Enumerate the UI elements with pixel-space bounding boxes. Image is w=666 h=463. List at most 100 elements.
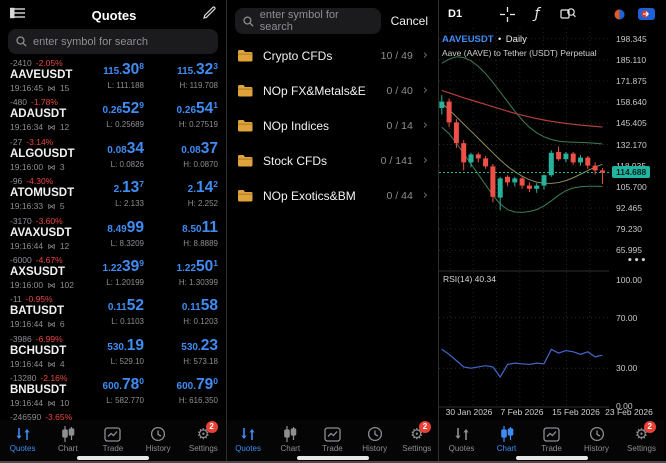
price-tick: 65.995 <box>616 245 642 256</box>
notification-badge: 2 <box>643 421 656 433</box>
quote-row[interactable]: -480 -1.78% ADAUSDT 19:16:34 ⋈ 12 0.26529 L: … <box>0 95 226 134</box>
tab-history[interactable]: History <box>136 425 181 453</box>
tab-settings[interactable]: ⚙ Settings 2 <box>396 421 438 453</box>
search-placeholder: enter symbol for search <box>33 35 148 48</box>
tab-settings[interactable]: ⚙ Settings 2 <box>619 421 664 453</box>
symbol-folder-row[interactable]: NOp FX&Metals&E 0 / 40 › <box>227 73 438 108</box>
price-tick: 145.405 <box>616 118 647 129</box>
folder-icon <box>238 155 253 167</box>
bid-price: 8.4999 <box>107 218 144 236</box>
tab-label: Settings <box>627 444 656 453</box>
low-value: L: 0.0826 <box>110 159 144 169</box>
bid-price: 0.0834 <box>107 139 144 157</box>
high-value: H: 0.1203 <box>183 317 218 327</box>
low-value: L: 1.20199 <box>106 277 144 287</box>
folder-name: Stock CFDs <box>263 153 328 168</box>
cancel-button[interactable]: Cancel <box>391 14 428 28</box>
price-tick: 132.170 <box>616 139 647 150</box>
ask-price: 2.142 <box>187 179 218 197</box>
date-tick: 7 Feb 2026 <box>500 407 544 417</box>
home-indicator[interactable] <box>296 456 369 460</box>
notification-badge: 2 <box>205 421 218 433</box>
time-axis: 30 Jan 2026 7 Feb 2026 15 Feb 2026 23 Feb 2… <box>439 407 664 419</box>
chart-area[interactable]: AAVEUSDT • Daily Aave (AAVE) to Tether (… <box>439 28 664 420</box>
price-tick: 185.110 <box>616 54 647 65</box>
folder-count: 0 / 14 <box>386 119 413 132</box>
chevron-right-icon: › <box>422 118 428 133</box>
date-tick: 15 Feb 2026 <box>552 407 600 417</box>
ask-price: 0.1158 <box>181 297 218 315</box>
quote-row[interactable]: -96 -4.30% ATOMUSDT 19:16:33 ⋈ 5 2.137 L: 2.1… <box>0 174 226 213</box>
tab-quotes[interactable]: Quotes <box>0 425 45 453</box>
symbol-folder-row[interactable]: NOp Indices 0 / 14 › <box>227 108 438 143</box>
quote-row[interactable]: -6000 -4.67% AXSUSDT 19:16:00 ⋈ 102 1.22399 L… <box>0 253 226 292</box>
notification-badge: 2 <box>418 421 431 433</box>
price-tick: 105.700 <box>616 181 647 192</box>
tab-chart[interactable]: Chart <box>45 425 90 453</box>
rsi-tick: 30.00 <box>616 363 638 374</box>
bid-price: 600.780 <box>102 376 144 394</box>
quote-row[interactable]: -2410 -2.05% AAVEUSDT 19:16:45 ⋈ 15 115.308 L… <box>0 56 226 95</box>
tab-label: Settings <box>402 444 432 453</box>
price-axis: 198.345 185.110 171.875 158.640 145.405 132.1… <box>609 28 664 420</box>
tab-chart[interactable]: Chart <box>269 425 311 453</box>
folder-count: 0 / 141 <box>380 154 413 167</box>
low-value: L: 111.188 <box>107 81 144 90</box>
timeframe-button[interactable]: D1 <box>448 8 462 20</box>
symbol-search-screen: enter symbol for search Cancel Crypto CF… <box>227 0 439 463</box>
quote-row[interactable]: -11 -0.95% BATUSDT 19:16:44 ⋈ 6 0.1152 L: 0.1… <box>0 292 226 331</box>
tab-trade[interactable]: Trade <box>311 425 353 453</box>
settings-tab-icon: ⚙ <box>196 425 211 443</box>
search-input[interactable]: enter symbol for search <box>8 29 218 54</box>
tab-label: Chart <box>280 444 301 453</box>
tab-history[interactable]: History <box>574 425 619 453</box>
chart-symbol-header: AAVEUSDT • Daily Aave (AAVE) to Tether (… <box>442 34 597 58</box>
home-indicator[interactable] <box>515 456 588 460</box>
tab-trade[interactable]: Trade <box>90 425 135 453</box>
date-tick: 23 Feb 2026 <box>605 407 653 417</box>
history-tab-icon <box>136 425 181 443</box>
quote-row[interactable]: -27 -3.14% ALGOUSDT 19:16:00 ⋈ 3 0.0834 L: 0.… <box>0 135 226 174</box>
quote-row[interactable]: -13280 -2.16% BNBUSDT 19:16:44 ⋈ 10 600.780 L… <box>0 371 226 410</box>
home-indicator[interactable] <box>77 456 149 460</box>
half-circle-status-icon <box>613 8 626 21</box>
chevron-right-icon: › <box>422 188 428 203</box>
trade-tab-icon <box>529 425 574 443</box>
high-value: H: 573.18 <box>183 356 218 366</box>
rsi-tick: 70.00 <box>616 312 638 323</box>
tab-quotes[interactable]: Quotes <box>227 425 269 453</box>
objects-icon[interactable] <box>559 7 576 21</box>
mt5-app: Quotes enter symbol for search -2410 -2.0… <box>0 0 666 463</box>
quotes-screen: Quotes enter symbol for search -2410 -2.0… <box>0 0 227 463</box>
tab-chart[interactable]: Chart <box>484 425 529 453</box>
low-value: L: 582.770 <box>106 396 144 406</box>
tab-quotes[interactable]: Quotes <box>439 425 484 453</box>
folder-name: NOp Indices <box>263 118 330 133</box>
chart-tab-icon <box>484 425 529 443</box>
price-tick: 79.230 <box>616 224 642 235</box>
edit-pencil-icon[interactable] <box>203 6 216 24</box>
price-tick: 92.465 <box>616 203 642 214</box>
quote-row[interactable]: -3170 -3.60% AVAXUSDT 19:16:44 ⋈ 12 8.4999 L:… <box>0 214 226 253</box>
crosshair-icon[interactable] <box>499 6 515 22</box>
blue-arrow-badge-icon <box>638 8 655 20</box>
history-tab-icon <box>354 425 396 443</box>
menu-icon[interactable] <box>10 6 25 24</box>
indicators-icon[interactable]: ƒ <box>535 6 540 22</box>
quote-row[interactable]: -3986 -6.99% BCHUSDT 19:16:44 ⋈ 4 530.19 L: 5… <box>0 332 226 371</box>
tab-label: History <box>362 444 388 453</box>
symbol-folder-row[interactable]: NOp Exotics&BM 0 / 44 › <box>227 178 438 213</box>
tab-trade[interactable]: Trade <box>529 425 574 453</box>
symbol-folder-row[interactable]: Crypto CFDs 10 / 49 › <box>227 38 438 73</box>
high-value: H: 1.30399 <box>178 277 218 287</box>
folder-icon <box>238 50 253 62</box>
folder-count: 0 / 44 <box>386 189 413 202</box>
symbol-folder-row[interactable]: Stock CFDs 0 / 141 › <box>227 143 438 178</box>
search-input[interactable]: enter symbol for search <box>235 8 381 34</box>
tab-history[interactable]: History <box>354 425 396 453</box>
bid-price: 530.19 <box>107 336 144 354</box>
subwindow-menu-dots[interactable]: ••• <box>627 256 647 266</box>
tab-settings[interactable]: ⚙ Settings 2 <box>181 421 226 453</box>
high-value: H: 119.708 <box>179 81 218 90</box>
folder-name: NOp FX&Metals&E <box>263 83 366 98</box>
